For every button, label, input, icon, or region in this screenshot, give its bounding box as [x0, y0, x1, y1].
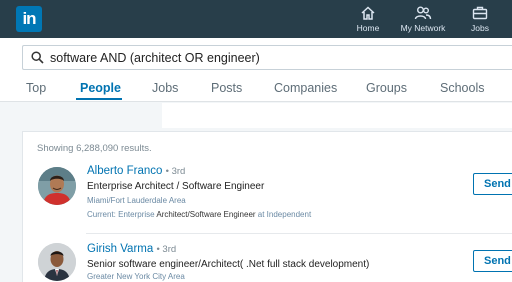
tab-groups[interactable]: Groups [366, 81, 407, 95]
tab-people[interactable]: People [80, 81, 121, 95]
current-suffix: at Independent [255, 210, 312, 219]
person-name-link[interactable]: Alberto Franco • 3rd [87, 165, 185, 177]
active-tab-indicator [76, 98, 122, 100]
avatar[interactable] [38, 243, 76, 281]
person-name: Alberto Franco [87, 165, 163, 177]
connection-degree: • 3rd [165, 166, 186, 177]
send-button[interactable]: Send [473, 173, 512, 195]
nav-home[interactable]: Home [349, 3, 387, 37]
person-location: Miami/Fort Lauderdale Area [87, 196, 186, 205]
nav-jobs-label: Jobs [471, 23, 489, 33]
avatar[interactable] [38, 167, 76, 205]
person-headline: Enterprise Architect / Software Engineer [87, 181, 265, 192]
connection-degree: • 3rd [156, 244, 177, 255]
tab-top[interactable]: Top [26, 81, 46, 95]
home-icon [361, 6, 375, 20]
network-icon [414, 6, 432, 20]
current-highlight-architect: Architect [156, 210, 188, 219]
send-button[interactable]: Send [473, 250, 512, 272]
person-location: Greater New York City Area [87, 272, 185, 281]
linkedin-logo[interactable]: in [16, 6, 42, 32]
briefcase-icon [472, 6, 488, 20]
person-name: Girish Varma [87, 243, 154, 255]
person-headline: Senior software engineer/Architect( .Net… [87, 259, 370, 270]
nav-my-network-label: My Network [400, 23, 446, 33]
person-name-link[interactable]: Girish Varma • 3rd [87, 243, 176, 255]
top-navigation-bar: in Home My Network Jobs [0, 0, 512, 38]
nav-jobs[interactable]: Jobs [462, 3, 498, 37]
search-query-text: software AND (architect OR engineer) [50, 51, 260, 65]
current-prefix: Current: Enterprise [87, 210, 157, 219]
profile-photo [38, 243, 76, 281]
tab-schools[interactable]: Schools [440, 81, 484, 95]
search-icon [31, 51, 44, 64]
current-highlight-software-engineer: Software Engineer [189, 210, 256, 219]
search-input[interactable]: software AND (architect OR engineer) [22, 45, 512, 70]
tab-jobs[interactable]: Jobs [152, 81, 178, 95]
nav-my-network[interactable]: My Network [395, 3, 451, 37]
tab-posts[interactable]: Posts [211, 81, 242, 95]
nav-home-label: Home [356, 23, 380, 33]
profile-photo [38, 167, 76, 205]
filter-panel-edge [162, 103, 512, 128]
person-current-position: Current: Enterprise Architect/Software E… [87, 210, 311, 219]
tab-companies[interactable]: Companies [274, 81, 337, 95]
results-count: Showing 6,288,090 results. [37, 143, 152, 154]
result-divider [86, 233, 512, 234]
